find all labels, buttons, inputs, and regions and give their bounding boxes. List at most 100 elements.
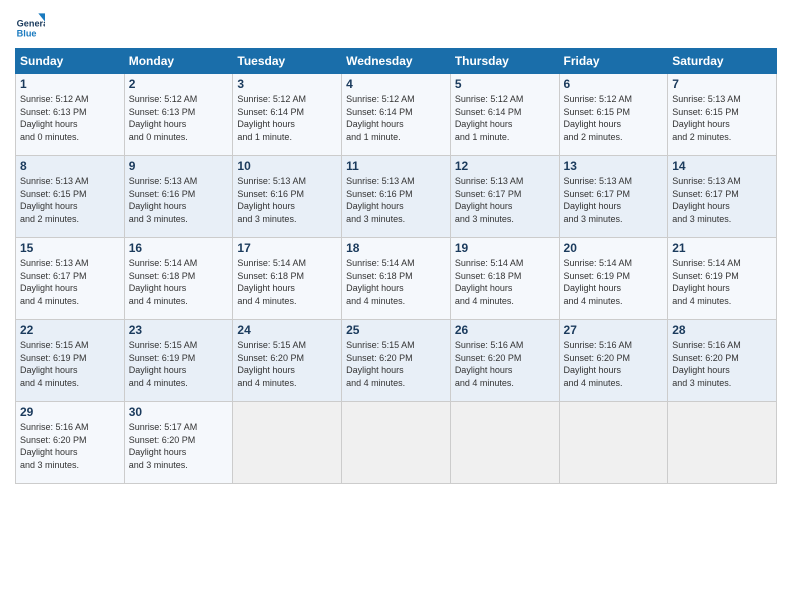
calendar-day-cell: 29 Sunrise: 5:16 AM Sunset: 6:20 PM Dayl…	[16, 402, 125, 484]
calendar-day-cell: 15 Sunrise: 5:13 AM Sunset: 6:17 PM Dayl…	[16, 238, 125, 320]
day-number: 17	[237, 241, 337, 255]
page-header: General Blue	[15, 10, 777, 40]
calendar-day-cell: 28 Sunrise: 5:16 AM Sunset: 6:20 PM Dayl…	[668, 320, 777, 402]
calendar-day-cell: 1 Sunrise: 5:12 AM Sunset: 6:13 PM Dayli…	[16, 74, 125, 156]
calendar-day-cell: 14 Sunrise: 5:13 AM Sunset: 6:17 PM Dayl…	[668, 156, 777, 238]
day-number: 12	[455, 159, 555, 173]
day-info: Sunrise: 5:13 AM Sunset: 6:17 PM Dayligh…	[455, 175, 555, 225]
day-info: Sunrise: 5:13 AM Sunset: 6:17 PM Dayligh…	[564, 175, 664, 225]
calendar-week-row: 22 Sunrise: 5:15 AM Sunset: 6:19 PM Dayl…	[16, 320, 777, 402]
day-number: 1	[20, 77, 120, 91]
day-of-week-header: Sunday	[16, 49, 125, 74]
day-info: Sunrise: 5:13 AM Sunset: 6:16 PM Dayligh…	[129, 175, 229, 225]
svg-text:General: General	[17, 19, 45, 29]
calendar-day-cell	[342, 402, 451, 484]
calendar-day-cell: 27 Sunrise: 5:16 AM Sunset: 6:20 PM Dayl…	[559, 320, 668, 402]
calendar-day-cell: 23 Sunrise: 5:15 AM Sunset: 6:19 PM Dayl…	[124, 320, 233, 402]
day-of-week-header: Wednesday	[342, 49, 451, 74]
day-info: Sunrise: 5:16 AM Sunset: 6:20 PM Dayligh…	[20, 421, 120, 471]
day-number: 11	[346, 159, 446, 173]
day-number: 4	[346, 77, 446, 91]
day-info: Sunrise: 5:16 AM Sunset: 6:20 PM Dayligh…	[455, 339, 555, 389]
calendar-day-cell: 2 Sunrise: 5:12 AM Sunset: 6:13 PM Dayli…	[124, 74, 233, 156]
day-number: 29	[20, 405, 120, 419]
day-info: Sunrise: 5:12 AM Sunset: 6:14 PM Dayligh…	[346, 93, 446, 143]
page-container: General Blue SundayMondayTuesdayWednesda…	[0, 0, 792, 612]
day-number: 18	[346, 241, 446, 255]
day-info: Sunrise: 5:13 AM Sunset: 6:16 PM Dayligh…	[346, 175, 446, 225]
calendar-day-cell: 10 Sunrise: 5:13 AM Sunset: 6:16 PM Dayl…	[233, 156, 342, 238]
day-info: Sunrise: 5:12 AM Sunset: 6:14 PM Dayligh…	[455, 93, 555, 143]
day-number: 21	[672, 241, 772, 255]
calendar-day-cell: 21 Sunrise: 5:14 AM Sunset: 6:19 PM Dayl…	[668, 238, 777, 320]
calendar-day-cell: 4 Sunrise: 5:12 AM Sunset: 6:14 PM Dayli…	[342, 74, 451, 156]
calendar-day-cell: 7 Sunrise: 5:13 AM Sunset: 6:15 PM Dayli…	[668, 74, 777, 156]
calendar-body: 1 Sunrise: 5:12 AM Sunset: 6:13 PM Dayli…	[16, 74, 777, 484]
day-of-week-header: Thursday	[450, 49, 559, 74]
day-info: Sunrise: 5:14 AM Sunset: 6:18 PM Dayligh…	[346, 257, 446, 307]
day-number: 27	[564, 323, 664, 337]
calendar-day-cell: 22 Sunrise: 5:15 AM Sunset: 6:19 PM Dayl…	[16, 320, 125, 402]
calendar-day-cell: 25 Sunrise: 5:15 AM Sunset: 6:20 PM Dayl…	[342, 320, 451, 402]
day-info: Sunrise: 5:13 AM Sunset: 6:16 PM Dayligh…	[237, 175, 337, 225]
calendar-day-cell	[450, 402, 559, 484]
day-number: 10	[237, 159, 337, 173]
day-info: Sunrise: 5:15 AM Sunset: 6:19 PM Dayligh…	[20, 339, 120, 389]
day-number: 14	[672, 159, 772, 173]
day-of-week-header: Friday	[559, 49, 668, 74]
calendar-day-cell: 9 Sunrise: 5:13 AM Sunset: 6:16 PM Dayli…	[124, 156, 233, 238]
logo: General Blue	[15, 10, 49, 40]
calendar-day-cell	[668, 402, 777, 484]
logo-icon: General Blue	[15, 10, 45, 40]
day-number: 30	[129, 405, 229, 419]
day-number: 6	[564, 77, 664, 91]
day-of-week-header: Tuesday	[233, 49, 342, 74]
calendar-week-row: 15 Sunrise: 5:13 AM Sunset: 6:17 PM Dayl…	[16, 238, 777, 320]
day-info: Sunrise: 5:12 AM Sunset: 6:13 PM Dayligh…	[129, 93, 229, 143]
calendar-table: SundayMondayTuesdayWednesdayThursdayFrid…	[15, 48, 777, 484]
calendar-day-cell: 5 Sunrise: 5:12 AM Sunset: 6:14 PM Dayli…	[450, 74, 559, 156]
calendar-day-cell: 18 Sunrise: 5:14 AM Sunset: 6:18 PM Dayl…	[342, 238, 451, 320]
day-info: Sunrise: 5:12 AM Sunset: 6:13 PM Dayligh…	[20, 93, 120, 143]
day-number: 8	[20, 159, 120, 173]
calendar-week-row: 8 Sunrise: 5:13 AM Sunset: 6:15 PM Dayli…	[16, 156, 777, 238]
calendar-day-cell: 19 Sunrise: 5:14 AM Sunset: 6:18 PM Dayl…	[450, 238, 559, 320]
svg-text:Blue: Blue	[17, 29, 37, 39]
day-info: Sunrise: 5:14 AM Sunset: 6:19 PM Dayligh…	[672, 257, 772, 307]
calendar-day-cell: 16 Sunrise: 5:14 AM Sunset: 6:18 PM Dayl…	[124, 238, 233, 320]
day-info: Sunrise: 5:14 AM Sunset: 6:18 PM Dayligh…	[455, 257, 555, 307]
day-info: Sunrise: 5:13 AM Sunset: 6:17 PM Dayligh…	[672, 175, 772, 225]
day-number: 24	[237, 323, 337, 337]
day-number: 20	[564, 241, 664, 255]
calendar-week-row: 29 Sunrise: 5:16 AM Sunset: 6:20 PM Dayl…	[16, 402, 777, 484]
day-number: 7	[672, 77, 772, 91]
calendar-day-cell	[559, 402, 668, 484]
calendar-day-cell	[233, 402, 342, 484]
day-info: Sunrise: 5:15 AM Sunset: 6:19 PM Dayligh…	[129, 339, 229, 389]
calendar-day-cell: 26 Sunrise: 5:16 AM Sunset: 6:20 PM Dayl…	[450, 320, 559, 402]
day-number: 13	[564, 159, 664, 173]
calendar-day-cell: 17 Sunrise: 5:14 AM Sunset: 6:18 PM Dayl…	[233, 238, 342, 320]
day-info: Sunrise: 5:15 AM Sunset: 6:20 PM Dayligh…	[237, 339, 337, 389]
calendar-week-row: 1 Sunrise: 5:12 AM Sunset: 6:13 PM Dayli…	[16, 74, 777, 156]
day-number: 25	[346, 323, 446, 337]
day-info: Sunrise: 5:16 AM Sunset: 6:20 PM Dayligh…	[564, 339, 664, 389]
day-info: Sunrise: 5:12 AM Sunset: 6:15 PM Dayligh…	[564, 93, 664, 143]
day-number: 26	[455, 323, 555, 337]
day-info: Sunrise: 5:14 AM Sunset: 6:18 PM Dayligh…	[237, 257, 337, 307]
day-number: 3	[237, 77, 337, 91]
day-info: Sunrise: 5:14 AM Sunset: 6:19 PM Dayligh…	[564, 257, 664, 307]
day-number: 2	[129, 77, 229, 91]
calendar-day-cell: 3 Sunrise: 5:12 AM Sunset: 6:14 PM Dayli…	[233, 74, 342, 156]
day-number: 22	[20, 323, 120, 337]
calendar-day-cell: 20 Sunrise: 5:14 AM Sunset: 6:19 PM Dayl…	[559, 238, 668, 320]
day-of-week-header: Saturday	[668, 49, 777, 74]
day-info: Sunrise: 5:13 AM Sunset: 6:15 PM Dayligh…	[672, 93, 772, 143]
day-number: 15	[20, 241, 120, 255]
day-info: Sunrise: 5:12 AM Sunset: 6:14 PM Dayligh…	[237, 93, 337, 143]
day-info: Sunrise: 5:17 AM Sunset: 6:20 PM Dayligh…	[129, 421, 229, 471]
calendar-day-cell: 13 Sunrise: 5:13 AM Sunset: 6:17 PM Dayl…	[559, 156, 668, 238]
day-number: 5	[455, 77, 555, 91]
day-number: 16	[129, 241, 229, 255]
calendar-day-cell: 24 Sunrise: 5:15 AM Sunset: 6:20 PM Dayl…	[233, 320, 342, 402]
